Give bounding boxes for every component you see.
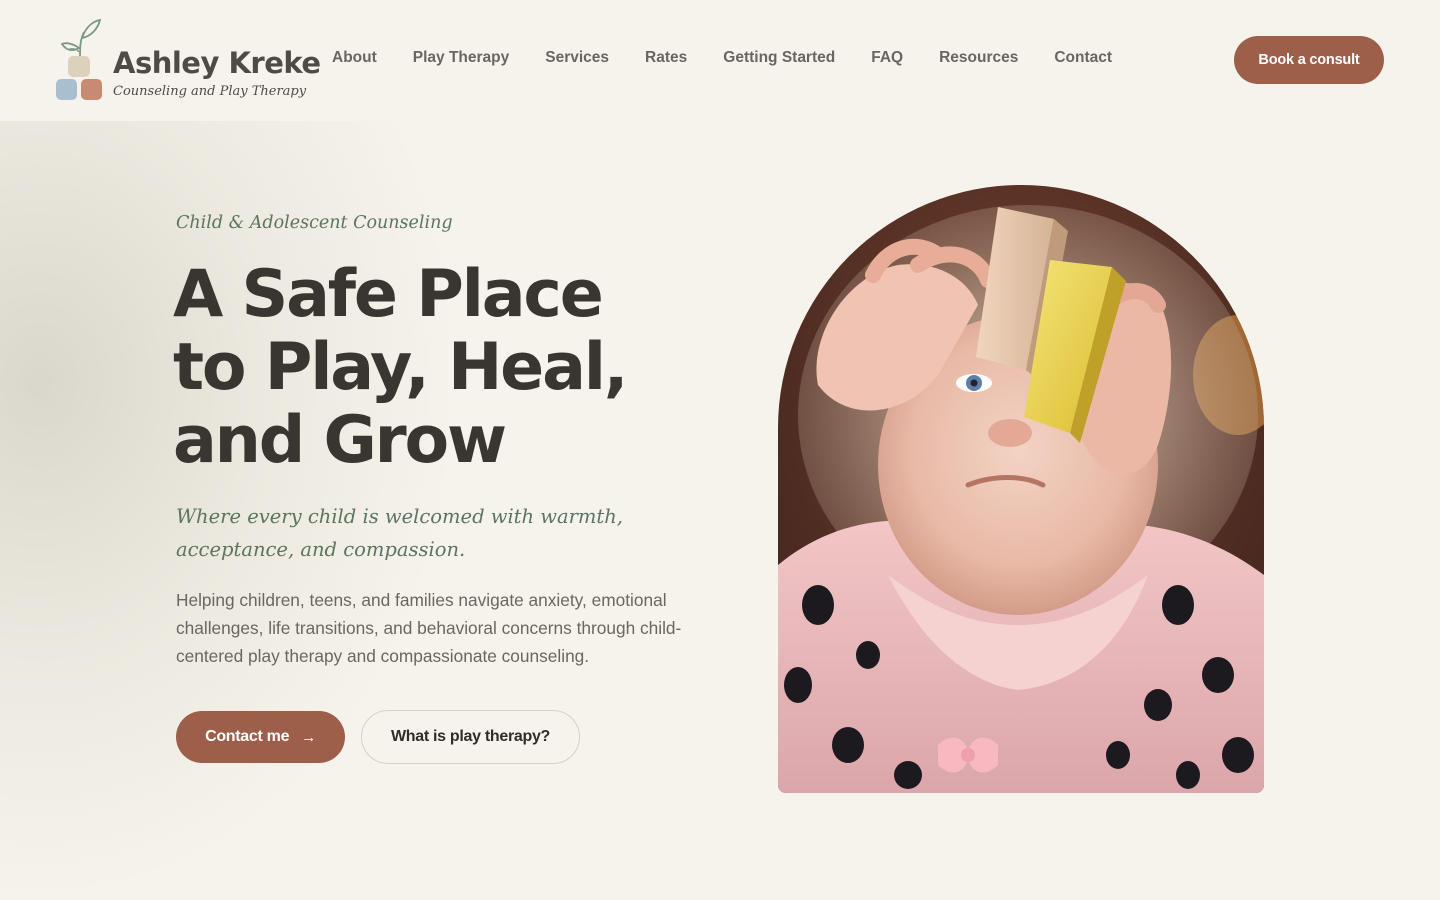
headline-line-3: and Grow	[173, 403, 507, 478]
headline-line-2: to Play, Heal,	[173, 330, 629, 405]
site-header: Ashley Kreke Counseling and Play Therapy…	[0, 0, 1440, 121]
nav-item-contact[interactable]: Contact	[1054, 49, 1112, 71]
brand-tagline: Counseling and Play Therapy	[113, 84, 307, 99]
hero-subhead: Where every child is welcomed with warmt…	[176, 505, 623, 561]
main-nav: About Play Therapy Services Rates Gettin…	[332, 49, 1148, 71]
arrow-right-icon: →	[301, 728, 316, 746]
nav-item-about[interactable]: About	[332, 49, 377, 71]
contact-me-button[interactable]: Contact me →	[176, 711, 345, 763]
what-is-play-therapy-button[interactable]: What is play therapy?	[361, 710, 580, 764]
nav-item-play-therapy[interactable]: Play Therapy	[413, 49, 510, 71]
hero-headline: A Safe Place to Play, Heal, and Grow	[173, 258, 693, 477]
contact-me-label: Contact me	[205, 728, 290, 745]
nav-item-faq[interactable]: FAQ	[871, 49, 903, 71]
brand-name: Ashley Kreke	[113, 46, 321, 80]
book-consult-button[interactable]: Book a consult	[1234, 36, 1384, 84]
block-stack-sprout-logo-icon	[56, 18, 102, 100]
headline-line-1: A Safe Place	[173, 257, 604, 332]
brand-logo[interactable]: Ashley Kreke Counseling and Play Therapy	[54, 18, 321, 104]
toddler-with-blocks-image	[778, 185, 1264, 793]
nav-item-getting-started[interactable]: Getting Started	[723, 49, 835, 71]
hero-description: Helping children, teens, and families na…	[176, 590, 682, 666]
hero-eyebrow: Child & Adolescent Counseling	[176, 213, 453, 233]
nav-item-resources[interactable]: Resources	[939, 49, 1018, 71]
nav-item-services[interactable]: Services	[545, 49, 609, 71]
nav-item-rates[interactable]: Rates	[645, 49, 687, 71]
hero-photo	[778, 185, 1264, 793]
